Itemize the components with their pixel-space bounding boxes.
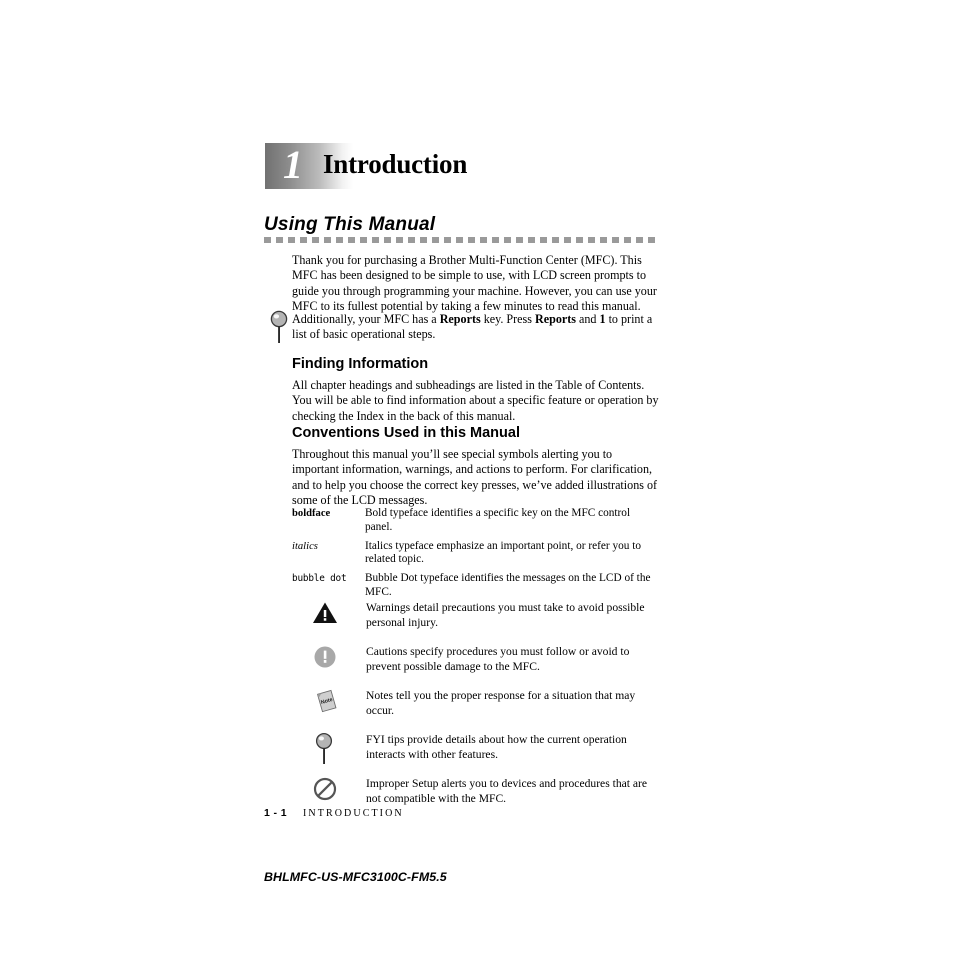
note-page-icon: Note [312,688,366,722]
symbols-legend: Warnings detail precautions you must tak… [312,600,662,820]
subheading-finding-information: Finding Information [292,356,429,372]
chapter-number: 1 [283,142,303,187]
improper-setup-description: Improper Setup alerts you to devices and… [366,777,648,805]
caution-circle-icon [312,644,366,678]
reports-key-paragraph: Additionally, your MFC has a Reports key… [292,312,660,343]
typeface-conventions-table: boldface Bold typeface identifies a spec… [292,507,660,605]
typeface-term-italics: italics [292,540,318,552]
warning-description: Warnings detail precautions you must tak… [366,601,645,629]
subheading-conventions-used: Conventions Used in this Manual [292,425,520,441]
list-item: Note Notes tell you the proper response … [312,688,662,722]
document-code: BHLMFC-US-MFC3100C-FM5.5 [264,870,447,884]
fyi-description: FYI tips provide details about how the c… [366,733,627,761]
warning-triangle-icon [312,600,366,634]
footer-chapter-name: INTRODUCTION [303,808,404,819]
table-row: bubble dot Bubble Dot typeface identifie… [292,572,660,600]
typeface-description-italics: Italics typeface emphasize an important … [365,539,642,566]
conventions-paragraph: Throughout this manual you’ll see specia… [292,447,658,508]
list-item: Warnings detail precautions you must tak… [312,600,662,634]
reports-key-label-1: Reports [439,312,481,326]
fyi-pin-icon [312,732,366,766]
section-heading: Using This Manual [264,214,436,235]
table-row: italics Italics typeface emphasize an im… [292,540,660,568]
manual-page: 1 Introduction Using This Manual Thank y… [0,0,954,954]
typeface-term-bubble-dot: bubble dot [292,573,347,585]
list-item: Improper Setup alerts you to devices and… [312,776,662,810]
table-row: boldface Bold typeface identifies a spec… [292,507,660,535]
fyi-pin-icon [268,310,290,346]
fyi-text-prefix: Additionally, your MFC has a [292,312,440,326]
footer-page-number: 1 - 1 [264,807,288,819]
list-item: Cautions specify procedures you must fol… [312,644,662,678]
caution-description: Cautions specify procedures you must fol… [366,645,630,673]
improper-setup-icon [312,776,366,810]
typeface-description-bubble-dot: Bubble Dot typeface identifies the messa… [365,572,651,598]
chapter-header: 1 Introduction [265,142,685,189]
page-title: Introduction [323,149,468,179]
note-description: Notes tell you the proper response for a… [366,689,636,717]
list-item: FYI tips provide details about how the c… [312,732,662,766]
fyi-text-mid-1: key. Press [480,312,535,326]
finding-information-paragraph: All chapter headings and subheadings are… [292,378,659,423]
typeface-description-boldface: Bold typeface identifies a specific key … [365,507,631,533]
fyi-text-mid-2: and [575,312,600,326]
reports-key-label-2: Reports [535,312,576,326]
typeface-term-boldface: boldface [292,508,331,519]
intro-paragraph: Thank you for purchasing a Brother Multi… [292,253,657,314]
dotted-rule-divider [264,237,660,243]
